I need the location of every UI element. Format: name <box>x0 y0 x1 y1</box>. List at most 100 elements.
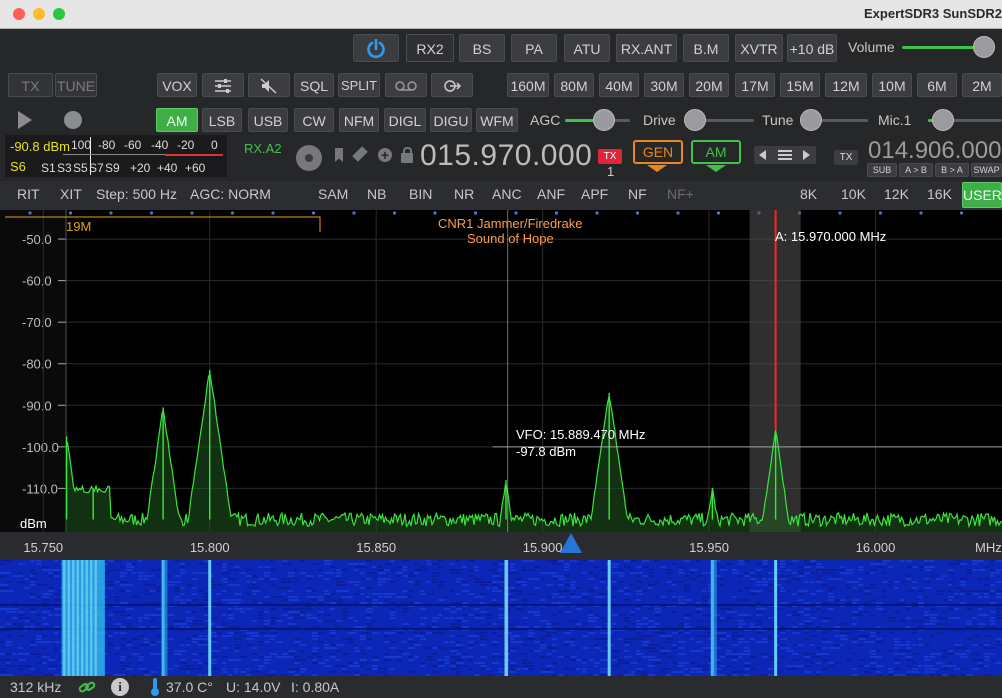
mic-knob[interactable] <box>931 109 954 131</box>
sub-button[interactable]: SUB <box>867 163 897 177</box>
bs-button[interactable]: BS <box>459 34 505 62</box>
tune-power-knob[interactable] <box>800 109 822 131</box>
waterfall-noise <box>810 623 815 625</box>
mode-nfm-button[interactable]: NFM <box>339 108 379 132</box>
mode-dropdown-icon[interactable] <box>706 165 726 172</box>
lock-icon[interactable] <box>401 147 413 163</box>
waterfall-display[interactable] <box>0 560 1002 676</box>
sql-button[interactable]: SQL <box>294 73 334 97</box>
waterfall-noise <box>288 623 296 625</box>
filter-12k-button[interactable]: 12K <box>884 186 909 202</box>
waterfall-noise <box>648 647 656 649</box>
mode-wfm-button[interactable]: WFM <box>476 108 518 132</box>
volume-knob[interactable] <box>972 36 995 58</box>
power-button[interactable] <box>353 34 399 62</box>
dsp-anc-button[interactable]: ANC <box>492 186 522 202</box>
mute-button[interactable] <box>248 73 290 97</box>
waterfall-noise <box>300 650 305 652</box>
band-40m-button[interactable]: 40M <box>599 73 639 97</box>
vfo-pointer-icon[interactable] <box>560 533 582 553</box>
dsp-sam-button[interactable]: SAM <box>318 186 348 202</box>
tuning-knob-icon[interactable] <box>296 145 322 171</box>
record-play-button[interactable] <box>431 73 473 97</box>
dsp-nr-button[interactable]: NR <box>454 186 474 202</box>
close-window-button[interactable] <box>13 8 25 20</box>
mode-selector-button[interactable]: AM <box>691 140 741 164</box>
waterfall-noise <box>990 617 996 619</box>
band-10m-button[interactable]: 10M <box>872 73 912 97</box>
sub-tx-badge[interactable]: TX <box>834 150 858 165</box>
link-icon[interactable] <box>78 679 96 695</box>
waterfall-noise <box>696 608 703 610</box>
rit-button[interactable]: RIT <box>17 186 40 202</box>
mode-digl-button[interactable]: DIGL <box>384 108 426 132</box>
filter-16k-button[interactable]: 16K <box>927 186 952 202</box>
vox-button[interactable]: VOX <box>157 73 197 97</box>
mode-usb-button[interactable]: USB <box>248 108 288 132</box>
spectrum-plot[interactable]: -50.0-60.0-70.0-80.0-90.0-100.0-110.0 <box>0 210 1002 532</box>
agc-mode-label[interactable]: AGC: NORM <box>190 186 271 202</box>
band-2m-button[interactable]: 2M <box>962 73 1002 97</box>
band-20m-button[interactable]: 20M <box>689 73 729 97</box>
a-to-b-button[interactable]: A > B <box>899 163 933 177</box>
rx-ant-button[interactable]: RX.ANT <box>616 34 677 62</box>
pa-button[interactable]: PA <box>511 34 557 62</box>
band-6m-button[interactable]: 6M <box>917 73 957 97</box>
drive-knob[interactable] <box>684 109 706 131</box>
step-control[interactable] <box>754 146 816 164</box>
step-right-icon[interactable] <box>803 150 810 160</box>
vfo-frequency[interactable]: 015.970.000 <box>420 139 592 173</box>
xit-button[interactable]: XIT <box>60 186 82 202</box>
gen-button[interactable]: GEN <box>633 140 683 164</box>
waterfall-noise <box>312 563 319 565</box>
dsp-nfplus-button[interactable]: NF+ <box>667 186 694 202</box>
frequency-axis[interactable]: 15.750 15.800 15.850 15.900 15.950 16.000 MHz <box>0 532 1002 560</box>
dsp-nb-button[interactable]: NB <box>367 186 386 202</box>
waterfall-noise <box>480 632 487 634</box>
plus10db-button[interactable]: +10 dB <box>787 34 837 62</box>
dsp-nf-button[interactable]: NF <box>628 186 647 202</box>
eraser-icon[interactable] <box>352 146 368 162</box>
rx2-button[interactable]: RX2 <box>406 34 454 62</box>
menu-icon[interactable] <box>778 150 792 160</box>
dsp-anf-button[interactable]: ANF <box>537 186 565 202</box>
gen-dropdown-icon[interactable] <box>647 165 667 172</box>
swap-button[interactable]: SWAP <box>971 163 1002 177</box>
filter-10k-button[interactable]: 10K <box>841 186 866 202</box>
mode-lsb-button[interactable]: LSB <box>202 108 242 132</box>
band-30m-button[interactable]: 30M <box>644 73 684 97</box>
mode-cw-button[interactable]: CW <box>294 108 334 132</box>
tx-button[interactable]: TX <box>8 73 53 97</box>
add-memory-icon[interactable]: + <box>378 148 392 162</box>
voicemail-button[interactable] <box>385 73 427 97</box>
dsp-bin-button[interactable]: BIN <box>409 186 432 202</box>
tune-button[interactable]: TUNE <box>55 73 97 97</box>
bm-button[interactable]: B.M <box>683 34 729 62</box>
mode-am-button[interactable]: AM <box>156 108 198 132</box>
step-label[interactable]: Step: 500 Hz <box>96 186 177 202</box>
filter-8k-button[interactable]: 8K <box>800 186 817 202</box>
spectrum-panel[interactable]: -50.0 -60.0 -70.0 -80.0 -90.0 -100.0 -110.0 19… <box>0 210 1002 532</box>
bookmark-icon[interactable] <box>335 148 343 162</box>
sub-vfo-frequency[interactable]: 014.906.000 <box>868 137 1001 165</box>
mode-digu-button[interactable]: DIGU <box>430 108 472 132</box>
zoom-window-button[interactable] <box>53 8 65 20</box>
agc-knob[interactable] <box>593 109 615 131</box>
b-to-a-button[interactable]: B > A <box>935 163 969 177</box>
band-15m-button[interactable]: 15M <box>780 73 820 97</box>
split-button[interactable]: SPLIT <box>338 73 380 97</box>
step-left-icon[interactable] <box>759 150 766 160</box>
minimize-window-button[interactable] <box>33 8 45 20</box>
atu-button[interactable]: ATU <box>564 34 610 62</box>
equalizer-button[interactable] <box>202 73 244 97</box>
band-17m-button[interactable]: 17M <box>735 73 775 97</box>
play-icon[interactable] <box>18 111 32 129</box>
dsp-apf-button[interactable]: APF <box>581 186 608 202</box>
info-icon[interactable]: i <box>111 678 129 696</box>
filter-user-button[interactable]: USER <box>962 182 1002 208</box>
xvtr-button[interactable]: XVTR <box>735 34 783 62</box>
band-12m-button[interactable]: 12M <box>825 73 867 97</box>
record-icon[interactable] <box>64 111 82 129</box>
band-80m-button[interactable]: 80M <box>554 73 594 97</box>
band-160m-button[interactable]: 160M <box>507 73 549 97</box>
